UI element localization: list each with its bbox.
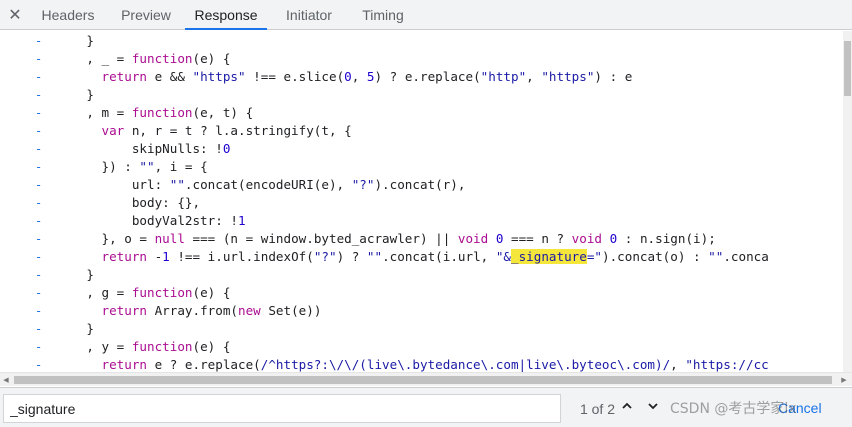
code-line: - bodyVal2str: !1 [0, 212, 843, 230]
tab-timing[interactable]: Timing [352, 0, 414, 30]
horizontal-scrollbar[interactable]: ◀ ▶ [0, 372, 852, 386]
code-text: url: "".concat(encodeURI(e), "?").concat… [56, 177, 466, 192]
diff-marker: - [35, 160, 43, 174]
response-code-viewer[interactable]: - } - , _ = function(e) {- return e && "h… [0, 31, 843, 372]
diff-marker: - [35, 34, 43, 48]
code-line: - , y = function(e) { [0, 338, 843, 356]
diff-marker: - [35, 268, 43, 282]
horizontal-scrollbar-thumb[interactable] [14, 376, 832, 384]
code-line: - } [0, 86, 843, 104]
code-text: return e && "https" !== e.slice(0, 5) ? … [101, 69, 633, 84]
code-text: }, o = null === (n = window.byted_acrawl… [56, 231, 716, 246]
search-bar: 1 of 2 Cancel CSDN @考古学家lx [0, 387, 852, 427]
code-text: , m = function(e, t) { [56, 105, 254, 120]
tab-preview[interactable]: Preview [108, 0, 184, 30]
code-text: , y = function(e) { [56, 339, 231, 354]
next-match-button[interactable] [642, 396, 664, 420]
code-line: - skipNulls: !0 [0, 140, 843, 158]
diff-marker: - [35, 106, 43, 120]
code-line: - , g = function(e) { [0, 284, 843, 302]
code-line: - return e && "https" !== e.slice(0, 5) … [0, 68, 843, 86]
code-text: body: {}, [56, 195, 201, 210]
diff-marker: - [35, 286, 43, 300]
diff-marker: - [35, 340, 43, 354]
code-line: - url: "".concat(encodeURI(e), "?").conc… [0, 176, 843, 194]
diff-marker: - [35, 214, 43, 228]
code-line: - , _ = function(e) { [0, 50, 843, 68]
code-text: , g = function(e) { [56, 285, 231, 300]
diff-marker: - [35, 88, 43, 102]
scroll-left-icon[interactable]: ◀ [0, 373, 12, 387]
search-input[interactable] [3, 394, 561, 423]
vertical-scrollbar-thumb[interactable] [844, 41, 851, 96]
chevron-down-icon [648, 403, 658, 410]
diff-marker: - [35, 178, 43, 192]
diff-marker: - [35, 52, 43, 66]
code-text: }) : "", i = { [56, 159, 208, 174]
code-text: } [56, 33, 94, 48]
code-text: skipNulls: !0 [56, 141, 231, 156]
vertical-scrollbar[interactable] [843, 31, 852, 372]
code-line: - return e ? e.replace(/^https?:\/\/(liv… [0, 356, 843, 372]
previous-match-button[interactable] [616, 396, 638, 420]
diff-marker: - [35, 322, 43, 336]
match-count: 1 of 2 [579, 401, 615, 417]
code-line: - return Array.from(new Set(e)) [0, 302, 843, 320]
code-text: var n, r = t ? l.a.stringify(t, { [101, 123, 352, 138]
scroll-right-icon[interactable]: ▶ [838, 373, 850, 387]
tab-initiator[interactable]: Initiator [270, 0, 348, 30]
chevron-up-icon [622, 402, 632, 409]
code-line: - , m = function(e, t) { [0, 104, 843, 122]
diff-marker: - [35, 142, 43, 156]
code-line: - } [0, 320, 843, 338]
diff-marker: - [35, 232, 43, 246]
diff-marker: - [35, 124, 43, 138]
diff-marker: - [35, 250, 43, 264]
code-text: , _ = function(e) { [56, 51, 231, 66]
code-line: - return -1 !== i.url.indexOf("?") ? "".… [0, 248, 843, 266]
tab-response[interactable]: Response [185, 0, 267, 30]
tab-headers[interactable]: Headers [30, 0, 106, 30]
cancel-button[interactable]: Cancel [778, 396, 848, 420]
code-text: return e ? e.replace(/^https?:\/\/(live\… [101, 357, 769, 372]
diff-marker: - [35, 358, 43, 372]
code-line: - }) : "", i = { [0, 158, 843, 176]
code-text: } [56, 87, 94, 102]
diff-marker: - [35, 196, 43, 210]
close-icon[interactable]: ✕ [5, 5, 25, 25]
code-text: } [56, 321, 94, 336]
code-line: - } [0, 32, 843, 50]
code-text: bodyVal2str: !1 [56, 213, 246, 228]
devtools-tab-bar: ✕ Headers Preview Response Initiator Tim… [0, 0, 852, 30]
code-line: - body: {}, [0, 194, 843, 212]
code-text: return -1 !== i.url.indexOf("?") ? "".co… [101, 249, 769, 264]
code-line: - }, o = null === (n = window.byted_acra… [0, 230, 843, 248]
code-line: - } [0, 266, 843, 284]
diff-marker: - [35, 70, 43, 84]
code-line: - var n, r = t ? l.a.stringify(t, { [0, 122, 843, 140]
code-text: } [56, 267, 94, 282]
diff-marker: - [35, 304, 43, 318]
code-text: return Array.from(new Set(e)) [101, 303, 322, 318]
